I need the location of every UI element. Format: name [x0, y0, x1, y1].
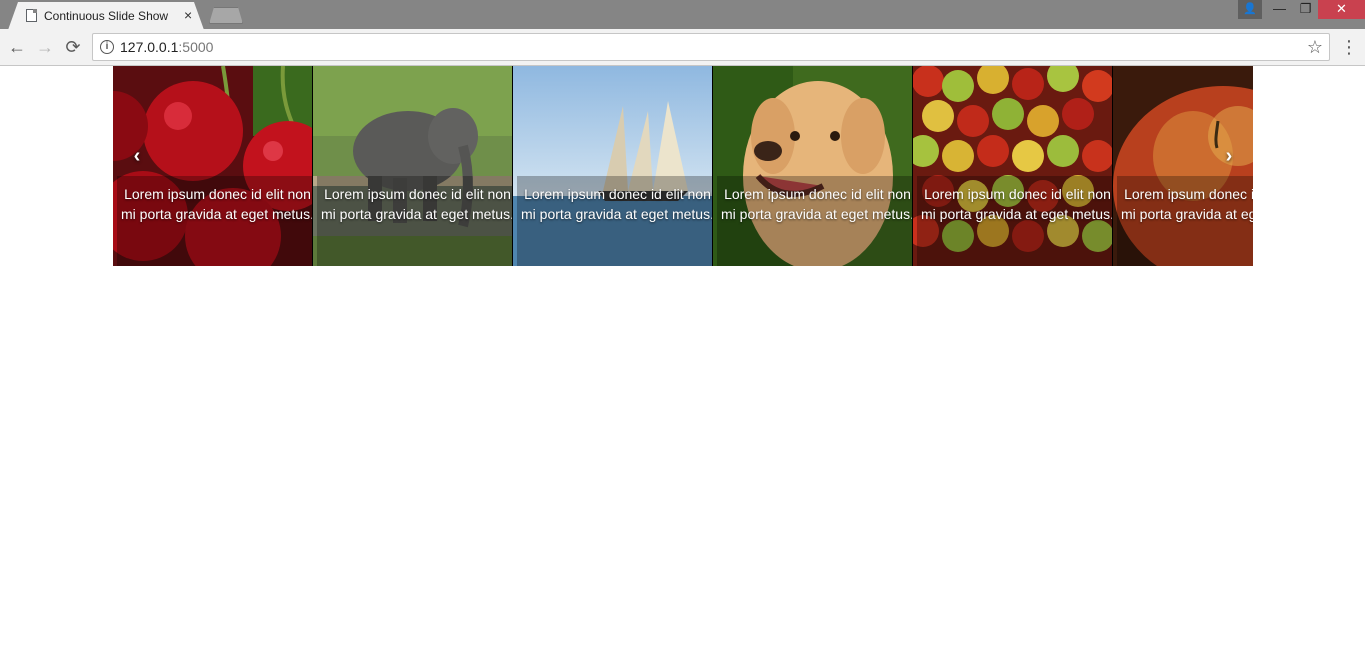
slide-elephant: Lorem ipsum donec id elit non mi porta g… — [313, 66, 512, 266]
tab-active[interactable]: Continuous Slide Show × — [8, 2, 204, 30]
slide-dog: Lorem ipsum donec id elit non mi porta g… — [713, 66, 912, 266]
user-icon[interactable]: 👤 — [1238, 0, 1262, 19]
tab-close-icon[interactable]: × — [184, 7, 192, 23]
new-tab-button[interactable] — [209, 7, 243, 24]
tab-title: Continuous Slide Show — [44, 9, 169, 23]
back-icon[interactable]: ← — [7, 37, 27, 57]
browser-titlebar: Continuous Slide Show × 👤 — ❐ ✕ — [0, 0, 1365, 30]
bookmark-star-icon[interactable]: ☆ — [1307, 37, 1323, 57]
slide-caption: Lorem ipsum donec id elit non mi porta g… — [121, 186, 312, 222]
browser-menu-icon[interactable]: ⋮ — [1340, 37, 1358, 57]
info-icon[interactable]: i — [100, 40, 114, 54]
slide-apples: Lorem ipsum donec id elit non mi porta g… — [913, 66, 1112, 266]
slide-caption: Lorem ipsum donec id elit non mi porta g… — [921, 186, 1112, 222]
reload-icon[interactable]: ⟳ — [63, 37, 83, 57]
slide-caption: Lorem ipsum donec id elit non mi porta g… — [321, 186, 512, 222]
url-text: 127.0.0.1:5000 — [120, 39, 213, 55]
minimize-button[interactable]: — — [1266, 0, 1293, 19]
slide-caption: Lorem ipsum donec id elit non mi porta g… — [721, 186, 912, 222]
page-icon — [26, 9, 37, 22]
restore-button[interactable]: ❐ — [1292, 0, 1319, 19]
next-slide-icon[interactable]: › — [1217, 144, 1241, 168]
browser-toolbar: ← → ⟳ i 127.0.0.1:5000 ☆ ⋮ — [0, 29, 1365, 66]
slide-sailboat: Lorem ipsum donec id elit non mi porta g… — [513, 66, 712, 266]
close-window-button[interactable]: ✕ — [1318, 0, 1365, 19]
slide-caption: Lorem ipsum donec id elit non mi porta g… — [521, 186, 712, 222]
url-port: :5000 — [178, 39, 214, 55]
slide-caption: Lorem ipsum donec id elit non mi porta g… — [1121, 186, 1253, 222]
url-host: 127.0.0.1 — [120, 39, 179, 55]
address-bar[interactable]: i 127.0.0.1:5000 ☆ — [92, 33, 1330, 61]
forward-icon[interactable]: → — [35, 37, 55, 57]
slideshow: Lorem ipsum donec id elit non mi porta g… — [113, 66, 1253, 266]
prev-slide-icon[interactable]: ‹ — [125, 144, 149, 168]
